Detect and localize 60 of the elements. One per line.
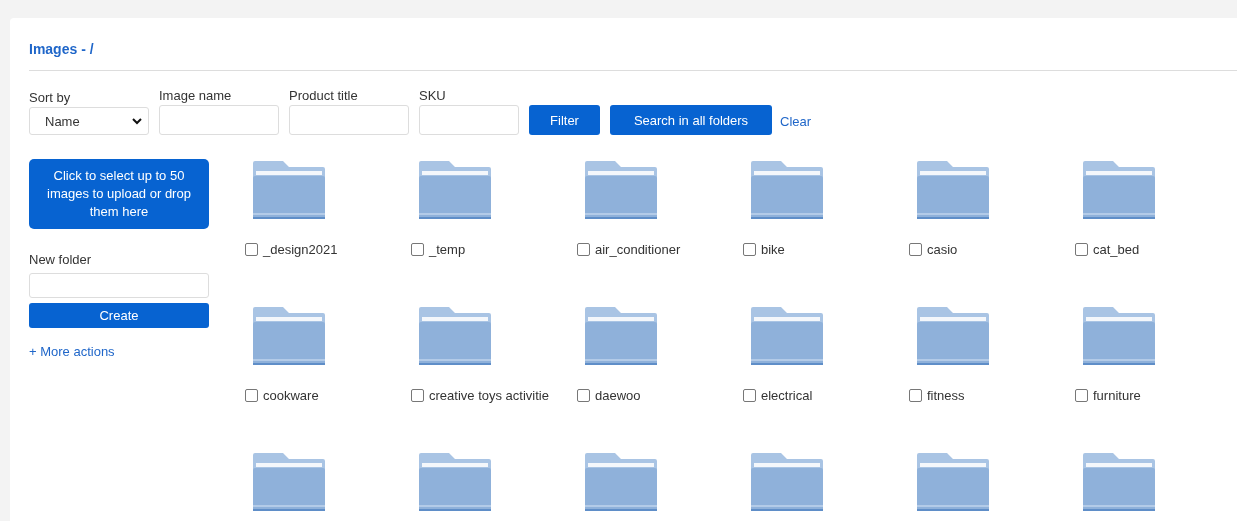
image-name-field[interactable] <box>159 105 279 135</box>
checkbox[interactable] <box>743 389 756 402</box>
folder-name: bike <box>761 242 785 257</box>
folder-name: _design2021 <box>263 242 338 257</box>
checkbox[interactable] <box>411 243 424 256</box>
folder-icon[interactable] <box>917 161 989 219</box>
folder-icon[interactable] <box>1083 161 1155 219</box>
image-name-label: Image name <box>159 88 233 104</box>
folder-icon[interactable] <box>917 453 989 511</box>
folder-icon[interactable] <box>585 161 657 219</box>
sort-dropdown[interactable]: Name <box>29 107 149 135</box>
caret-icon <box>132 117 142 125</box>
folder-icon[interactable] <box>419 307 491 365</box>
folder-icon[interactable] <box>419 161 491 219</box>
folder-name: electrical <box>761 388 813 403</box>
folder-name: _temp <box>429 242 466 257</box>
folder-icon[interactable] <box>253 307 325 365</box>
upload-button[interactable]: Click to select up to 50 images to upload or drop them here <box>29 159 209 229</box>
sku-field[interactable] <box>419 105 519 135</box>
filter-button[interactable]: Filter <box>529 105 600 135</box>
product-title-label: Product title <box>289 88 359 104</box>
folder-icon[interactable] <box>1083 307 1155 365</box>
checkbox[interactable] <box>909 243 922 256</box>
clear-link[interactable]: Clear <box>780 114 812 129</box>
checkbox[interactable] <box>577 243 590 256</box>
create-button[interactable]: Create <box>29 303 209 328</box>
sort-label: Sort by <box>29 90 72 106</box>
folder-icon[interactable] <box>585 307 657 365</box>
folder-icon[interactable] <box>1083 453 1155 511</box>
more-actions-link[interactable]: + More actions <box>29 344 115 359</box>
checkbox[interactable] <box>743 243 756 256</box>
folder-icon[interactable] <box>419 453 491 511</box>
search-all-button[interactable]: Search in all folders <box>610 105 772 135</box>
sku-label: SKU <box>419 88 447 104</box>
folder-name: fitness <box>927 388 965 403</box>
folder-name: daewoo <box>595 388 641 403</box>
folder-icon[interactable] <box>253 161 325 219</box>
folder-icon[interactable] <box>751 453 823 511</box>
folder-name: air_conditioner <box>595 242 681 257</box>
checkbox[interactable] <box>411 389 424 402</box>
folder-name: casio <box>927 242 958 257</box>
folder-name: furniture <box>1093 388 1141 403</box>
folder-icon[interactable] <box>751 307 823 365</box>
folder-icon[interactable] <box>585 453 657 511</box>
folder-name: cookware <box>263 388 319 403</box>
folder-icon[interactable] <box>917 307 989 365</box>
page-title: Images - / <box>29 40 95 59</box>
checkbox[interactable] <box>245 389 258 402</box>
checkbox[interactable] <box>1075 243 1088 256</box>
new-folder-label: New folder <box>29 252 92 268</box>
new-folder-field[interactable] <box>29 273 209 298</box>
folder-icon[interactable] <box>253 453 325 511</box>
checkbox[interactable] <box>909 389 922 402</box>
checkbox[interactable] <box>245 243 258 256</box>
checkbox[interactable] <box>577 389 590 402</box>
product-title-field[interactable] <box>289 105 409 135</box>
folder-icon[interactable] <box>751 161 823 219</box>
folder-name: cat_bed <box>1093 242 1140 257</box>
checkbox[interactable] <box>1075 389 1088 402</box>
folder-name: creative toys activitie <box>429 388 549 403</box>
